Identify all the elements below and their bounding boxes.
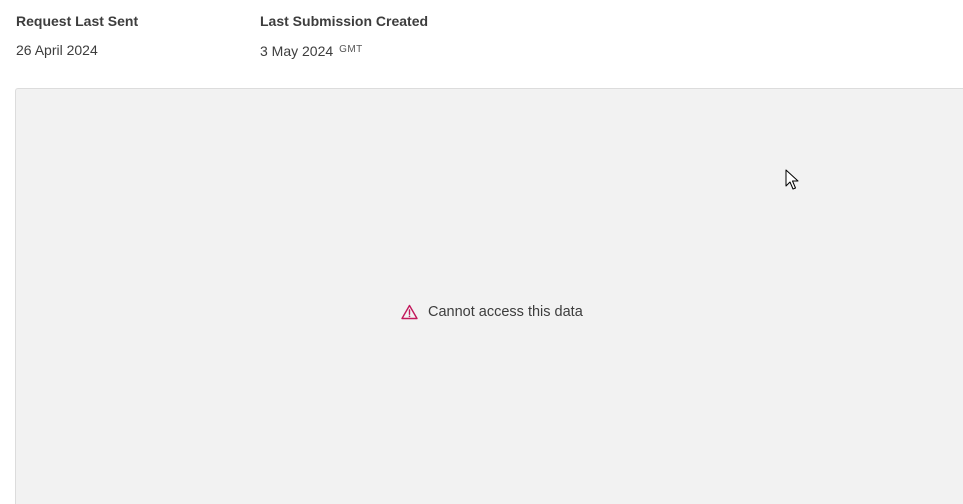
request-last-sent-field: Request Last Sent 26 April 2024	[16, 12, 138, 59]
access-error-message: Cannot access this data	[401, 303, 583, 321]
last-submission-created-label: Last Submission Created	[260, 13, 429, 29]
last-submission-created-value: 3 May 2024	[260, 43, 334, 59]
request-last-sent-value: 26 April 2024	[16, 42, 98, 58]
data-panel: Cannot access this data	[15, 88, 963, 504]
error-text: Cannot access this data	[428, 304, 583, 320]
last-submission-created-field: Last Submission Created 3 May 2024 GMT	[260, 12, 428, 60]
last-submission-created-value-row: 3 May 2024 GMT	[260, 41, 428, 60]
request-last-sent-label: Request Last Sent	[16, 13, 139, 29]
mouse-pointer-icon	[785, 169, 799, 191]
timezone-label: GMT	[339, 44, 363, 55]
warning-triangle-icon	[401, 304, 418, 320]
